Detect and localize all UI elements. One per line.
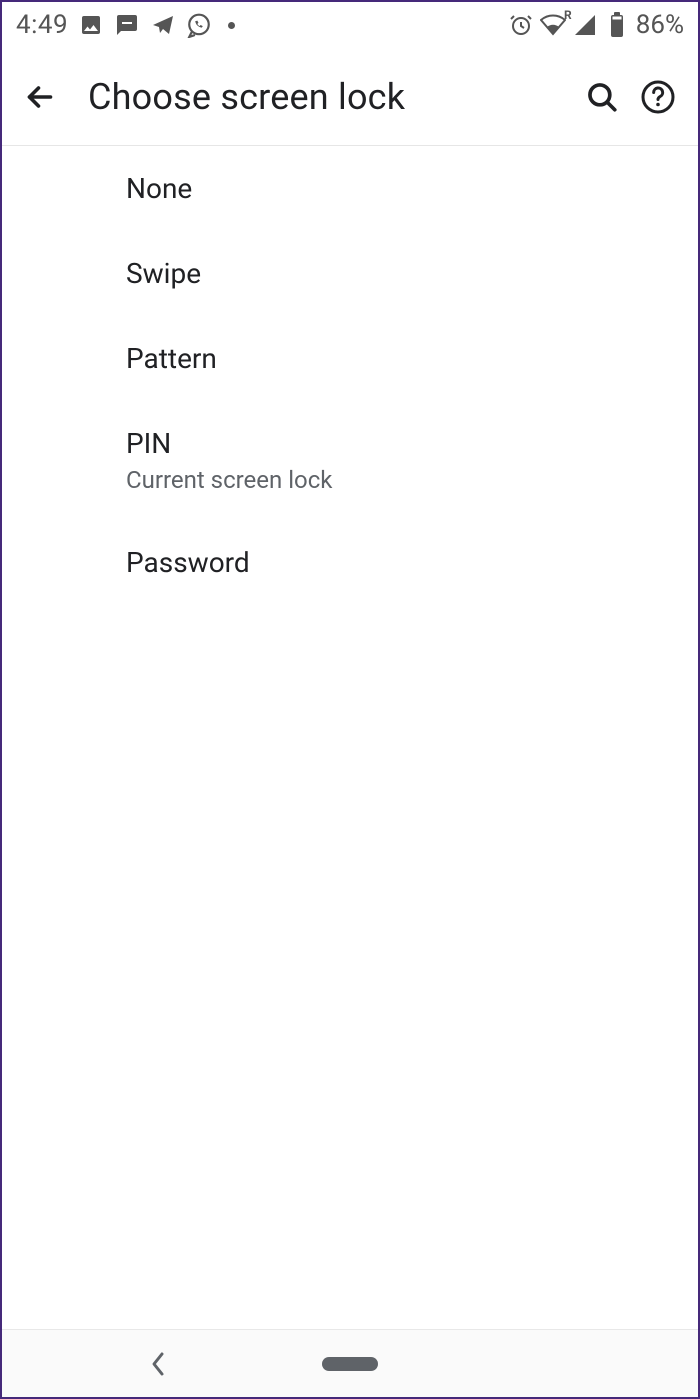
screen-lock-option-list: None Swipe Pattern PIN Current screen lo…	[2, 146, 698, 1329]
clock-text: 4:49	[16, 10, 68, 40]
more-notifications-dot-icon	[228, 22, 235, 29]
statusbar-left: 4:49	[16, 10, 235, 40]
option-password[interactable]: Password	[2, 520, 698, 605]
telegram-icon	[150, 12, 176, 38]
gesture-pill[interactable]	[322, 1357, 378, 1371]
cell-signal-icon	[572, 12, 598, 38]
device-frame: 4:49 R	[0, 0, 700, 1399]
roaming-indicator: R	[564, 8, 572, 22]
alarm-icon	[508, 12, 534, 38]
system-back-button[interactable]	[150, 1350, 168, 1378]
statusbar-right: R 86%	[508, 10, 684, 40]
option-pattern[interactable]: Pattern	[2, 316, 698, 401]
photos-icon	[78, 12, 104, 38]
whatsapp-icon	[186, 12, 212, 38]
wifi-icon: R	[540, 12, 566, 38]
search-icon	[585, 80, 619, 114]
system-navigation-bar	[2, 1329, 698, 1397]
option-swipe[interactable]: Swipe	[2, 231, 698, 316]
page-title: Choose screen lock	[88, 76, 574, 118]
chevron-left-icon	[150, 1350, 168, 1378]
app-header: Choose screen lock	[2, 48, 698, 146]
battery-icon	[604, 12, 630, 38]
option-label: None	[126, 172, 698, 205]
battery-percentage-text: 86%	[636, 10, 684, 40]
option-label: Swipe	[126, 257, 698, 290]
help-icon	[640, 79, 676, 115]
arrow-left-icon	[22, 79, 58, 115]
back-button[interactable]	[12, 69, 68, 125]
option-label: Pattern	[126, 342, 698, 375]
option-label: PIN	[126, 427, 698, 460]
status-bar: 4:49 R	[2, 2, 698, 48]
option-none[interactable]: None	[2, 146, 698, 231]
messages-icon	[114, 12, 140, 38]
option-label: Password	[126, 546, 698, 579]
help-button[interactable]	[630, 69, 686, 125]
search-button[interactable]	[574, 69, 630, 125]
option-pin[interactable]: PIN Current screen lock	[2, 401, 698, 520]
option-sublabel: Current screen lock	[126, 466, 698, 494]
